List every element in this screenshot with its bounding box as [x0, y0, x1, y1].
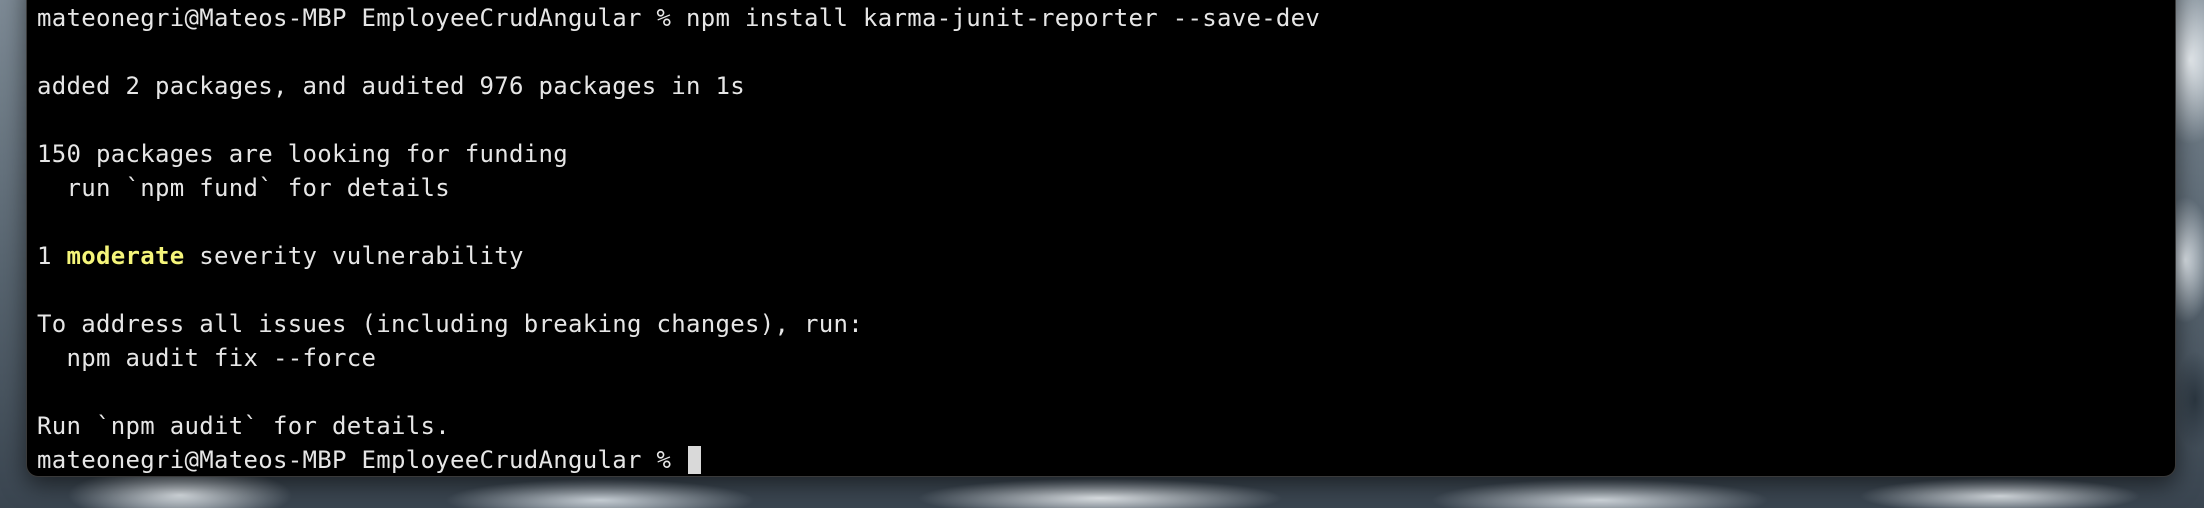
prompt-text: mateonegri@Mateos-MBP EmployeeCrudAngula… [37, 4, 686, 32]
terminal-window[interactable]: mateonegri@Mateos-MBP EmployeeCrudAngula… [26, 0, 2176, 477]
audit-fix-command-line: npm audit fix --force [37, 344, 377, 372]
audit-details-line: Run `npm audit` for details. [37, 412, 450, 440]
prompt-text: mateonegri@Mateos-MBP EmployeeCrudAngula… [37, 446, 686, 474]
added-packages-line: added 2 packages, and audited 976 packag… [37, 72, 745, 100]
vulnerability-suffix: severity vulnerability [184, 242, 524, 270]
vulnerability-count: 1 [37, 242, 67, 270]
active-prompt-line[interactable]: mateonegri@Mateos-MBP EmployeeCrudAngula… [37, 443, 2165, 476]
command-text: npm install karma-junit-reporter --save-… [685, 4, 1321, 32]
severity-moderate-label: moderate [66, 242, 185, 270]
funding-line: 150 packages are looking for funding [37, 140, 568, 168]
funding-hint-line: run `npm fund` for details [37, 174, 450, 202]
terminal-output[interactable]: mateonegri@Mateos-MBP EmployeeCrudAngula… [37, 1, 2165, 476]
vulnerability-line: 1 moderate severity vulnerability [37, 239, 2165, 273]
text-cursor [687, 446, 701, 474]
command-line: mateonegri@Mateos-MBP EmployeeCrudAngula… [37, 1, 2165, 35]
address-issues-line: To address all issues (including breakin… [37, 310, 863, 338]
